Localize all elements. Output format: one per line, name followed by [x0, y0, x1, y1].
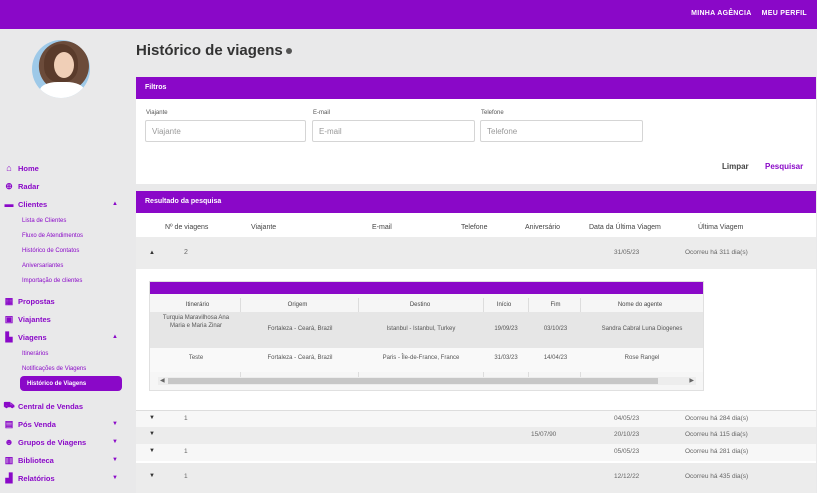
reports-icon: ▟	[5, 472, 13, 483]
nested-trips-table: Itinerário Origem Destino Início Fim Nom…	[149, 281, 704, 391]
nested-col-destination[interactable]: Destino	[360, 302, 480, 308]
sidebar-sub-lista-clientes[interactable]: Lista de Clientes	[4, 213, 124, 228]
col-birthday[interactable]: Aniversário	[525, 224, 560, 231]
sidebar-sub-importacao-clientes[interactable]: Importação de clientes	[4, 273, 124, 288]
nested-col-agent[interactable]: Nome do agente	[585, 302, 695, 308]
col-email[interactable]: E-mail	[372, 224, 392, 231]
home-icon: ⌂	[6, 163, 12, 173]
sidebar-sub-itinerarios[interactable]: Itinerários	[4, 346, 124, 361]
col-traveler[interactable]: Viajante	[251, 224, 276, 231]
filters-header: Filtros	[136, 77, 816, 99]
caret-up-icon[interactable]: ▲	[149, 250, 155, 256]
top-bar: MINHA AGÊNCIA MEU PERFIL	[0, 0, 817, 29]
sidebar-item-propostas[interactable]: ▦ Propostas	[4, 292, 124, 310]
phone-label: Telefone	[481, 110, 504, 116]
sidebar-menu: ⌂ Home ⊕ Radar ▬ Clientes ▲ Lista de Cliente…	[3, 159, 124, 487]
info-icon[interactable]	[285, 48, 292, 55]
nested-col-start[interactable]: Início	[485, 302, 523, 308]
sidebar-item-radar[interactable]: ⊕ Radar	[4, 177, 124, 195]
chevron-down-icon: ▼	[112, 475, 118, 481]
caret-down-icon[interactable]: ▼	[149, 448, 155, 454]
table-row[interactable]: ▲ 2 31/05/23 Ocorreu há 311 dia(s)	[136, 237, 816, 269]
results-panel: Resultado da pesquisa Nº de viagens Viaj…	[136, 191, 816, 493]
table-row[interactable]: ▼ 15/07/90 20/10/23 Ocorreu há 115 dia(s…	[136, 427, 816, 444]
my-profile-link[interactable]: MEU PERFIL	[762, 10, 807, 17]
search-button[interactable]: Pesquisar	[765, 162, 803, 171]
chevron-up-icon: ▲	[112, 334, 118, 340]
table-row[interactable]: ▼ 1 12/12/22 Ocorreu há 435 dia(s)	[136, 463, 816, 493]
sidebar: ⌂ Home ⊕ Radar ▬ Clientes ▲ Lista de Cliente…	[0, 29, 128, 493]
sidebar-sub-fluxo-atendimentos[interactable]: Fluxo de Atendimentos	[4, 228, 124, 243]
scroll-right-icon[interactable]: ▶	[689, 377, 694, 384]
clients-icon: ▬	[4, 199, 14, 209]
sidebar-sub-notificacoes-viagens[interactable]: Notificações de Viagens	[4, 361, 124, 376]
email-label: E-mail	[313, 110, 331, 116]
sidebar-sub-historico-viagens[interactable]: Histórico de Viagens	[20, 376, 122, 391]
library-icon: ▥	[4, 454, 14, 465]
my-agency-link[interactable]: MINHA AGÊNCIA	[691, 10, 752, 17]
sidebar-sub-aniversariantes[interactable]: Aniversariantes	[4, 258, 124, 273]
clear-button[interactable]: Limpar	[722, 162, 749, 171]
nested-header-bar	[150, 282, 703, 294]
results-header: Resultado da pesquisa	[136, 191, 816, 213]
page-title: Histórico de viagens	[136, 42, 292, 59]
after-sales-icon: ▤	[4, 418, 14, 429]
table-row[interactable]: ▼ 1 04/05/23 Ocorreu há 284 dia(s)	[136, 410, 816, 427]
col-last-trip[interactable]: Última Viagem	[698, 224, 743, 231]
groups-icon: ☻	[4, 437, 14, 447]
sales-icon: ⛟	[3, 400, 15, 410]
caret-down-icon[interactable]: ▼	[149, 473, 155, 479]
traveler-label: Viajante	[146, 110, 168, 116]
caret-down-icon[interactable]: ▼	[149, 415, 155, 421]
horizontal-scrollbar[interactable]: ◀ ▶	[158, 377, 696, 385]
filters-panel: Filtros Viajante Viajante E-mail E-mail …	[136, 77, 816, 184]
sidebar-item-central-vendas[interactable]: ⛟ Central de Vendas	[3, 397, 124, 415]
sidebar-item-home[interactable]: ⌂ Home	[4, 159, 124, 177]
scroll-thumb[interactable]	[168, 378, 658, 384]
chevron-up-icon: ▲	[112, 201, 118, 207]
table-row[interactable]: ▼ 1 05/05/23 Ocorreu há 281 dia(s)	[136, 444, 816, 461]
sidebar-item-viajantes[interactable]: ▣ Viajantes	[4, 310, 124, 328]
nested-col-itinerary[interactable]: Itinerário	[160, 302, 235, 308]
chevron-down-icon: ▼	[112, 457, 118, 463]
sidebar-item-clientes[interactable]: ▬ Clientes ▲	[4, 195, 124, 213]
col-last-trip-date[interactable]: Data da Última Viagem	[589, 224, 661, 231]
scroll-left-icon[interactable]: ◀	[160, 377, 165, 384]
chevron-down-icon: ▼	[112, 421, 118, 427]
nested-col-end[interactable]: Fim	[533, 302, 578, 308]
proposals-icon: ▦	[4, 295, 14, 306]
travelers-icon: ▣	[4, 313, 14, 324]
email-input[interactable]: E-mail	[312, 120, 475, 142]
radar-icon: ⊕	[5, 180, 13, 191]
nested-col-origin[interactable]: Origem	[245, 302, 350, 308]
avatar[interactable]	[32, 40, 90, 98]
traveler-input[interactable]: Viajante	[145, 120, 306, 142]
sidebar-sub-historico-contatos[interactable]: Histórico de Contatos	[4, 243, 124, 258]
caret-down-icon[interactable]: ▼	[149, 431, 155, 437]
col-trips-count[interactable]: Nº de viagens	[165, 224, 208, 231]
sidebar-item-viagens[interactable]: ▙ Viagens ▲	[4, 328, 124, 346]
col-phone[interactable]: Telefone	[461, 224, 487, 231]
sidebar-item-biblioteca[interactable]: ▥ Biblioteca ▼	[4, 451, 124, 469]
sidebar-item-pos-venda[interactable]: ▤ Pós Venda ▼	[4, 415, 124, 433]
sidebar-item-grupos-viagens[interactable]: ☻ Grupos de Viagens ▼	[4, 433, 124, 451]
chevron-down-icon: ▼	[112, 439, 118, 445]
trips-icon: ▙	[5, 331, 13, 342]
phone-input[interactable]: Telefone	[480, 120, 643, 142]
sidebar-item-relatorios[interactable]: ▟ Relatórios ▼	[4, 469, 124, 487]
